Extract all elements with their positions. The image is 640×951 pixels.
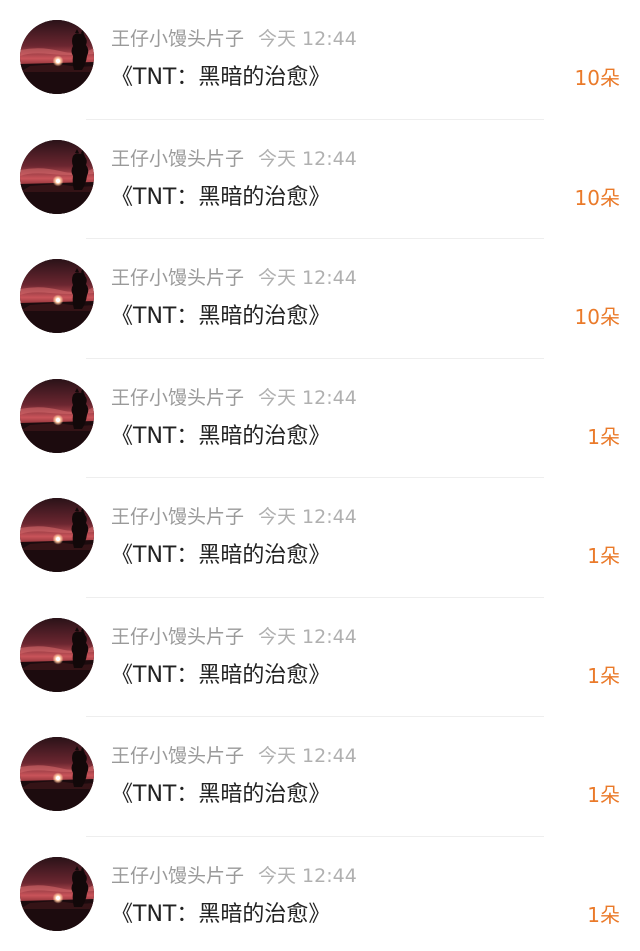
timestamp: 今天 12:44 <box>258 28 357 50</box>
sunset-avatar-icon[interactable] <box>20 737 94 811</box>
timestamp: 今天 12:44 <box>258 506 357 528</box>
sender-name[interactable]: 王仔小馒头片子 <box>111 267 244 289</box>
list-item[interactable]: 王仔小馒头片子 今天 12:44 《TNT：黑暗的治愈》 1朵 <box>0 359 640 478</box>
sunset-avatar-icon[interactable] <box>20 20 94 94</box>
sender-name[interactable]: 王仔小馒头片子 <box>111 745 244 767</box>
list-item[interactable]: 王仔小馒头片子 今天 12:44 《TNT：黑暗的治愈》 1朵 <box>0 837 640 951</box>
gift-title: 《TNT：黑暗的治愈》 <box>111 543 331 568</box>
list-item[interactable]: 王仔小馒头片子 今天 12:44 《TNT：黑暗的治愈》 10朵 <box>0 0 640 120</box>
sender-name[interactable]: 王仔小馒头片子 <box>111 626 244 648</box>
sender-meta: 王仔小馒头片子 今天 12:44 <box>111 502 357 532</box>
gift-count: 1朵 <box>587 783 620 807</box>
gift-title: 《TNT：黑暗的治愈》 <box>111 304 331 329</box>
list-item[interactable]: 王仔小馒头片子 今天 12:44 《TNT：黑暗的治愈》 1朵 <box>0 478 640 598</box>
sender-name[interactable]: 王仔小馒头片子 <box>111 148 244 170</box>
sunset-avatar-icon[interactable] <box>20 378 94 453</box>
gift-title: 《TNT：黑暗的治愈》 <box>111 184 331 210</box>
timestamp: 今天 12:44 <box>258 745 357 767</box>
sunset-avatar-icon[interactable] <box>20 259 94 333</box>
gift-count: 1朵 <box>587 902 620 927</box>
sender-meta: 王仔小馒头片子 今天 12:44 <box>111 741 357 771</box>
list-item[interactable]: 王仔小馒头片子 今天 12:44 《TNT：黑暗的治愈》 10朵 <box>0 120 640 239</box>
sender-meta: 王仔小馒头片子 今天 12:44 <box>111 861 357 891</box>
sunset-avatar-icon[interactable] <box>20 498 94 572</box>
gift-count: 10朵 <box>574 66 620 90</box>
sender-meta: 王仔小馒头片子 今天 12:44 <box>111 24 357 54</box>
gift-record-list: 王仔小馒头片子 今天 12:44 《TNT：黑暗的治愈》 10朵 王仔小馒头片子今… <box>0 0 640 951</box>
sender-meta: 王仔小馒头片子 今天 12:44 <box>111 622 357 652</box>
list-item[interactable]: 王仔小馒头片子 今天 12:44 《TNT：黑暗的治愈》 1朵 <box>0 598 640 717</box>
timestamp: 今天 12:44 <box>258 386 357 409</box>
timestamp: 今天 12:44 <box>258 625 357 648</box>
gift-count: 1朵 <box>587 544 620 568</box>
gift-title: 《TNT：黑暗的治愈》 <box>111 901 331 927</box>
sender-name[interactable]: 王仔小馒头片子 <box>111 387 244 409</box>
gift-count: 1朵 <box>587 663 620 688</box>
gift-count: 10朵 <box>574 305 620 329</box>
sender-meta: 王仔小馒头片子 今天 12:44 <box>111 144 357 174</box>
sunset-avatar-icon[interactable] <box>20 856 94 931</box>
sunset-avatar-icon[interactable] <box>20 617 94 692</box>
sender-name[interactable]: 王仔小馒头片子 <box>111 865 244 887</box>
sender-name[interactable]: 王仔小馒头片子 <box>111 506 244 528</box>
gift-title: 《TNT：黑暗的治愈》 <box>111 423 331 449</box>
sender-meta: 王仔小馒头片子 今天 12:44 <box>111 263 357 293</box>
timestamp: 今天 12:44 <box>258 147 357 170</box>
gift-count: 1朵 <box>587 424 620 449</box>
timestamp: 今天 12:44 <box>258 864 357 887</box>
timestamp: 今天 12:44 <box>258 267 357 289</box>
gift-title: 《TNT：黑暗的治愈》 <box>111 662 331 688</box>
gift-count: 10朵 <box>574 185 620 210</box>
list-item[interactable]: 王仔小馒头片子 今天 12:44 《TNT：黑暗的治愈》 1朵 <box>0 717 640 837</box>
sender-meta: 王仔小馒头片子 今天 12:44 <box>111 383 357 413</box>
gift-title: 《TNT：黑暗的治愈》 <box>111 65 331 90</box>
gift-title: 《TNT：黑暗的治愈》 <box>111 782 331 807</box>
sender-name[interactable]: 王仔小馒头片子 <box>111 28 244 50</box>
sunset-avatar-icon[interactable] <box>20 139 94 214</box>
list-item[interactable]: 王仔小馒头片子 今天 12:44 《TNT：黑暗的治愈》 10朵 <box>0 239 640 359</box>
